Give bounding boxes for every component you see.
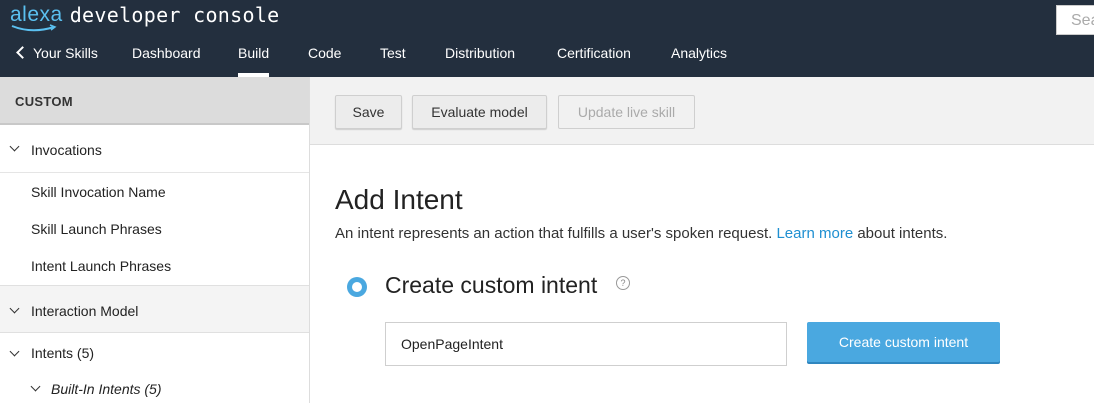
chevron-down-icon: [9, 141, 20, 152]
sidebar-intents[interactable]: Intents (5): [0, 334, 309, 371]
chevron-down-icon: [9, 346, 20, 357]
help-icon[interactable]: ?: [616, 276, 630, 290]
logo-brand: alexa: [10, 3, 63, 26]
top-header: alexa developer console Sea Your Skills …: [0, 0, 1094, 77]
learn-more-link[interactable]: Learn more: [776, 225, 853, 242]
sidebar-builtin-intents[interactable]: Built-In Intents (5): [0, 371, 309, 408]
sidebar-item-intent-launch-phrases[interactable]: Intent Launch Phrases: [0, 248, 309, 285]
sidebar: CUSTOM Invocations Skill Invocation Name…: [0, 77, 310, 403]
chevron-down-icon: [30, 381, 41, 392]
nav-certification[interactable]: Certification: [557, 43, 631, 77]
save-button[interactable]: Save: [335, 95, 402, 129]
sidebar-item-skill-launch-phrases[interactable]: Skill Launch Phrases: [0, 211, 309, 248]
custom-intent-option-label: Create custom intent: [385, 272, 598, 298]
sidebar-invocations[interactable]: Invocations: [0, 125, 309, 173]
nav-distribution[interactable]: Distribution: [445, 43, 515, 77]
page-title: Add Intent: [335, 184, 463, 215]
create-custom-intent-button[interactable]: Create custom intent: [807, 322, 1000, 362]
smile-icon: [11, 24, 57, 32]
nav-build[interactable]: Build: [238, 43, 270, 77]
logo-product: developer console: [69, 3, 280, 27]
nav-your-skills[interactable]: Your Skills: [16, 43, 98, 77]
main-content: Save Evaluate model Update live skill Ad…: [310, 77, 1094, 403]
update-live-skill-button[interactable]: Update live skill: [558, 95, 695, 129]
nav-dashboard[interactable]: Dashboard: [132, 43, 201, 77]
nav-test[interactable]: Test: [380, 43, 406, 77]
nav-analytics[interactable]: Analytics: [671, 43, 727, 77]
sidebar-item-skill-invocation-name[interactable]: Skill Invocation Name: [0, 174, 309, 211]
sidebar-interaction-model[interactable]: Interaction Model: [0, 285, 309, 333]
sidebar-section-title: CUSTOM: [0, 77, 309, 125]
toolbar: Save Evaluate model Update live skill: [310, 77, 1094, 145]
alexa-logo[interactable]: alexa developer console: [10, 3, 280, 35]
chevron-down-icon: [9, 303, 20, 314]
nav-code[interactable]: Code: [308, 43, 341, 77]
page-description: An intent represents an action that fulf…: [335, 225, 948, 242]
evaluate-model-button[interactable]: Evaluate model: [412, 95, 547, 129]
chevron-left-icon: [16, 46, 29, 59]
intent-name-input[interactable]: [385, 322, 787, 366]
search-input[interactable]: Sea: [1056, 5, 1094, 35]
custom-intent-radio[interactable]: [347, 277, 367, 297]
